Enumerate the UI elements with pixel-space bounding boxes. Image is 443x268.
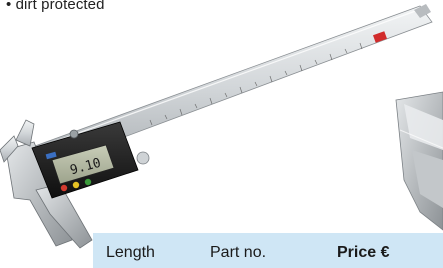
catalog-product-card: • dirt protected 9.10 Length Part no. Pr… xyxy=(0,0,443,268)
column-header-length: Length xyxy=(106,244,155,261)
zero-button xyxy=(72,181,80,189)
column-header-price: Price € xyxy=(337,244,390,261)
price-table-header: Length Part no. Price € xyxy=(93,233,443,268)
lock-screw xyxy=(69,129,79,139)
unit-button xyxy=(84,178,92,186)
caliper-product-image: 9.10 xyxy=(0,4,443,249)
thumb-wheel xyxy=(136,151,150,165)
caliper-closeup-image xyxy=(395,91,443,231)
on-off-button xyxy=(60,184,68,192)
column-header-part-no: Part no. xyxy=(210,244,267,261)
